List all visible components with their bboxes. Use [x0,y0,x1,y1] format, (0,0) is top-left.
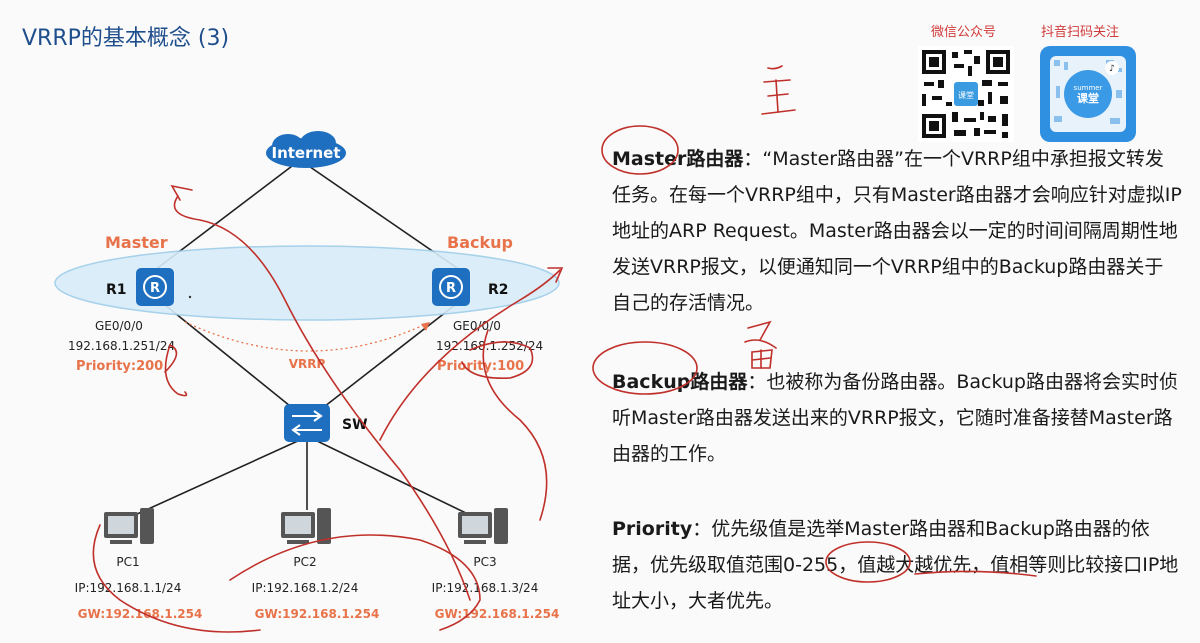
pc3-ip: IP:192.168.1.3/24 [432,581,539,595]
pc1-gw: GW:192.168.1.254 [78,607,203,621]
vrrp-group-ellipse [54,245,560,321]
douyin-label: 抖音扫码关注 [1041,25,1120,40]
pc1-ip: IP:192.168.1.1/24 [75,581,182,595]
wechat-label: 微信公众号 [931,25,997,40]
vrrp-message-arrow [184,321,431,352]
internet-label: Internet [271,144,340,162]
pc2-ip: IP:192.168.1.2/24 [252,581,359,595]
douyin-qr-code: summer 课堂 ♪ [1040,46,1136,142]
master-term: Master路由器 [612,148,744,170]
master-paragraph: Master路由器：“Master路由器”在一个VRRP组中承担报文转发任务。在… [612,141,1182,321]
pc1-icon [104,508,154,544]
master-body: ：“Master路由器”在一个VRRP组中承担报文转发任务。在每一个VRRP组中… [612,148,1182,314]
master-label: Master [105,233,168,252]
vrrp-topology-diagram: VRRP Internet Master Backup R R1 R R2 GE… [54,131,560,621]
router-r2-icon: R [432,268,470,306]
svg-text:♪: ♪ [1109,64,1115,74]
backup-term: Backup路由器 [612,371,748,393]
wechat-qr-code: 课堂 [918,46,1014,142]
switch-label: SW [342,417,368,433]
pc3-gw: GW:192.168.1.254 [435,607,560,621]
douyin-qr-brand-small: summer [1074,84,1103,92]
pc3-name: PC3 [473,555,496,569]
switch-icon [284,404,330,442]
r2-priority: Priority:100 [437,359,524,374]
router-r1-icon: R [136,268,174,306]
backup-label: Backup [447,233,513,252]
r2-label: R2 [488,282,509,298]
r1-ip: 192.168.1.251/24 [68,339,175,353]
priority-paragraph: Priority：优先级值是选举Master路由器和Backup路由器的依据，优… [612,511,1182,619]
pc2-icon [281,508,331,544]
svg-text:R: R [150,281,160,296]
r2-port: GE0/0/0 [453,319,501,333]
pc2-name: PC2 [293,555,316,569]
priority-term: Priority [612,518,693,540]
r1-label: R1 [106,282,127,298]
douyin-qr-brand-big: 课堂 [1077,91,1099,105]
svg-text:R: R [446,281,456,296]
r2-ip: 192.168.1.252/24 [436,339,543,353]
pc2-gw: GW:192.168.1.254 [255,607,380,621]
r1-priority: Priority:200 [76,359,163,374]
backup-paragraph: Backup路由器：也被称为备份路由器。Backup路由器将会实时侦听Maste… [612,364,1182,472]
wechat-qr-brand: 课堂 [958,90,974,100]
r1-port: GE0/0/0 [95,319,143,333]
priority-body: ：优先级值是选举Master路由器和Backup路由器的依据，优先级取值范围0-… [612,518,1179,612]
pc3-icon [458,508,508,544]
vrrp-label: VRRP [289,357,326,371]
pc1-name: PC1 [116,555,139,569]
